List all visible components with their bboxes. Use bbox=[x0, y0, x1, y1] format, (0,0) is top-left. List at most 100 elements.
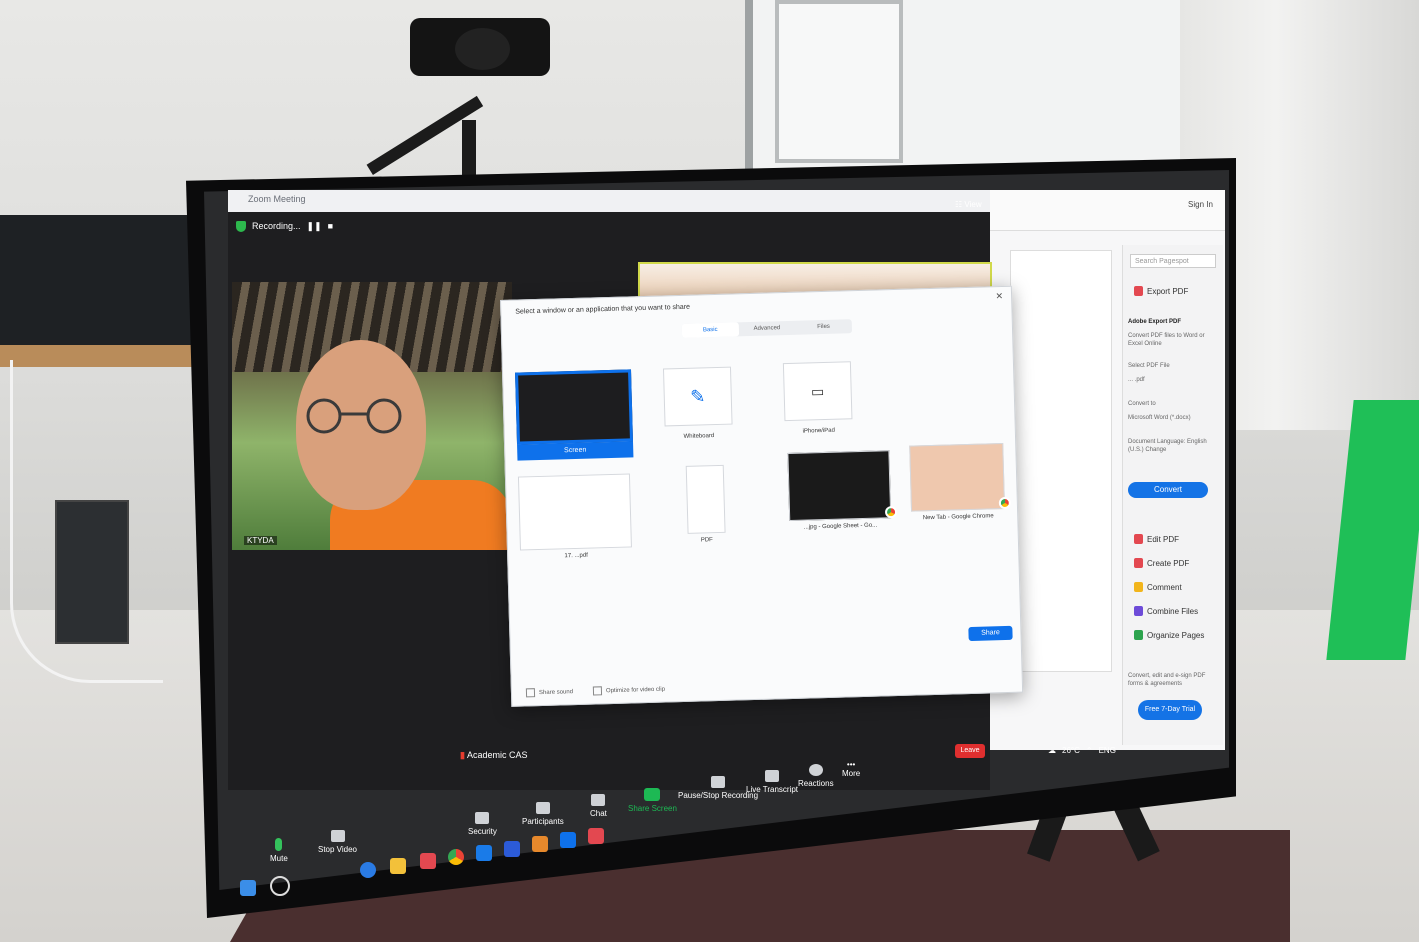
new-tab-thumbnail bbox=[909, 443, 1006, 512]
edge-icon[interactable] bbox=[360, 862, 376, 878]
share-option-pdf-doc[interactable]: 17. ...pdf bbox=[517, 473, 632, 560]
camera-lens bbox=[455, 28, 510, 70]
combine-files-icon bbox=[1134, 606, 1143, 616]
file-explorer-icon[interactable] bbox=[390, 858, 406, 874]
more-button[interactable]: ••• More bbox=[842, 760, 860, 778]
stop-recording-icon[interactable]: ■ bbox=[328, 221, 333, 231]
export-panel-desc: Convert PDF files to Word or Excel Onlin… bbox=[1128, 333, 1205, 347]
share-sound-checkbox[interactable]: Share sound bbox=[526, 687, 573, 697]
view-button[interactable]: ☷ View bbox=[955, 200, 982, 209]
adobe-toolbar bbox=[990, 190, 1225, 231]
search-icon[interactable] bbox=[270, 876, 290, 896]
edit-pdf-icon bbox=[1134, 534, 1143, 544]
export-pdf-tool[interactable]: Export PDF bbox=[1134, 286, 1188, 296]
chrome-icon bbox=[998, 496, 1012, 510]
screen-thumbnail bbox=[515, 369, 633, 445]
export-pdf-icon bbox=[1134, 286, 1143, 296]
zoom-app-icon[interactable] bbox=[560, 832, 576, 848]
promo-text: Convert, edit and e-sign PDF forms & agr… bbox=[1128, 673, 1206, 687]
tool-edit-pdf[interactable]: Edit PDF bbox=[1134, 534, 1179, 544]
convert-to-label: Convert to bbox=[1128, 401, 1156, 407]
encryption-shield-icon bbox=[236, 220, 246, 232]
leave-button[interactable]: Leave bbox=[955, 744, 985, 758]
weather-temp: 26°C bbox=[1062, 746, 1080, 755]
optimize-video-checkbox[interactable]: Optimize for video clip bbox=[593, 685, 665, 696]
tab-advanced[interactable]: Advanced bbox=[738, 321, 795, 337]
tool-comment[interactable]: Comment bbox=[1134, 582, 1182, 592]
pc-tower bbox=[55, 500, 129, 644]
share-option-screen[interactable]: Screen bbox=[515, 369, 634, 461]
reactions-icon bbox=[808, 764, 823, 776]
security-button[interactable]: Security bbox=[468, 812, 497, 836]
reactions-button[interactable]: Reactions bbox=[798, 764, 834, 788]
recording-indicator: Recording... ❚❚ ■ bbox=[236, 217, 333, 235]
stop-video-button[interactable]: Stop Video bbox=[318, 830, 357, 854]
share-option-pdf[interactable]: PDF bbox=[685, 464, 726, 544]
share-option-sheet[interactable]: ...jpg - Google Sheet - Go... bbox=[787, 450, 898, 531]
pause-recording-icon[interactable]: ❚❚ bbox=[307, 221, 322, 232]
sheet-thumbnail bbox=[787, 450, 892, 522]
free-trial-button[interactable]: Free 7-Day Trial bbox=[1138, 700, 1202, 720]
create-pdf-icon bbox=[1134, 558, 1143, 568]
share-options: Share sound Optimize for video clip bbox=[526, 685, 665, 698]
share-option-whiteboard[interactable]: ✎ Whiteboard bbox=[662, 366, 733, 441]
participant-name: KTYDA bbox=[244, 536, 277, 545]
room-window-pane bbox=[775, 0, 903, 163]
share-screen-icon bbox=[644, 788, 661, 801]
document-thumbnail bbox=[517, 473, 632, 551]
more-icon: ••• bbox=[846, 760, 856, 769]
weather-icon: ☁ bbox=[1048, 746, 1056, 755]
meeting-name: ▮ Academic CAS bbox=[460, 750, 528, 760]
background-monitor bbox=[0, 215, 200, 345]
pdf-thumbnail bbox=[685, 464, 726, 534]
app-orange-icon[interactable] bbox=[532, 836, 548, 852]
select-file-label: Select PDF File bbox=[1128, 363, 1170, 369]
tools-search-input[interactable]: Search Pagespot bbox=[1130, 254, 1216, 268]
cc-icon bbox=[765, 770, 780, 782]
chrome-icon[interactable] bbox=[448, 849, 464, 865]
convert-button[interactable]: Convert bbox=[1128, 482, 1208, 498]
share-dialog-title: Select a window or an application that y… bbox=[515, 303, 691, 316]
organize-pages-icon bbox=[1134, 630, 1143, 640]
document-language[interactable]: Document Language: English (U.S.) Change bbox=[1128, 438, 1214, 454]
network-icon[interactable]: ⌃ bbox=[1086, 746, 1093, 755]
tab-files[interactable]: Files bbox=[795, 319, 852, 335]
pen-icon: ✎ bbox=[662, 366, 733, 427]
pause-icon bbox=[711, 776, 726, 788]
close-icon[interactable]: ✕ bbox=[995, 291, 1003, 302]
tool-create-pdf[interactable]: Create PDF bbox=[1134, 558, 1189, 568]
tool-combine-files[interactable]: Combine Files bbox=[1134, 606, 1198, 616]
recording-label: Recording... bbox=[252, 221, 301, 231]
system-tray: ☁ 26°C ⌃ ENG bbox=[1048, 746, 1116, 755]
outlook-icon[interactable] bbox=[476, 845, 492, 861]
tab-basic[interactable]: Basic bbox=[681, 322, 739, 338]
app-blue-icon[interactable] bbox=[504, 841, 520, 857]
convert-to-select[interactable]: Microsoft Word (*.docx) bbox=[1128, 414, 1214, 422]
share-option-new-tab[interactable]: New Tab - Google Chrome bbox=[909, 443, 1012, 522]
selected-file[interactable]: ... .pdf bbox=[1128, 376, 1214, 384]
windows-start-icon[interactable] bbox=[240, 880, 256, 896]
share-button[interactable]: Share bbox=[968, 625, 1013, 642]
chat-icon bbox=[591, 794, 606, 806]
tool-organize-pages[interactable]: Organize Pages bbox=[1134, 630, 1204, 640]
participants-button[interactable]: Participants bbox=[522, 802, 564, 826]
zoom-titlebar bbox=[228, 190, 990, 212]
live-transcript-button[interactable]: Live Transcript bbox=[746, 770, 798, 794]
participants-icon bbox=[535, 802, 550, 814]
airplay-icon: ▭ bbox=[782, 361, 853, 422]
language-indicator[interactable]: ENG bbox=[1099, 746, 1116, 755]
mute-button[interactable]: Mute bbox=[270, 838, 288, 863]
chrome-icon bbox=[884, 505, 898, 519]
shield-icon bbox=[475, 812, 490, 824]
share-tabs: Basic Advanced Files bbox=[681, 319, 853, 338]
cas-logo-icon: ▮ bbox=[460, 750, 465, 760]
share-screen-button[interactable]: Share Screen bbox=[628, 788, 677, 813]
zoom-window-title: Zoom Meeting bbox=[248, 194, 306, 204]
glasses-icon bbox=[306, 398, 402, 434]
share-option-iphone-ipad[interactable]: ▭ iPhone/iPad bbox=[782, 361, 853, 435]
acrobat-icon[interactable] bbox=[588, 828, 604, 844]
app-red-icon[interactable] bbox=[420, 853, 436, 869]
sign-in-link[interactable]: Sign In bbox=[1188, 200, 1213, 209]
pdf-page bbox=[1010, 250, 1112, 672]
chat-button[interactable]: Chat bbox=[590, 794, 607, 818]
